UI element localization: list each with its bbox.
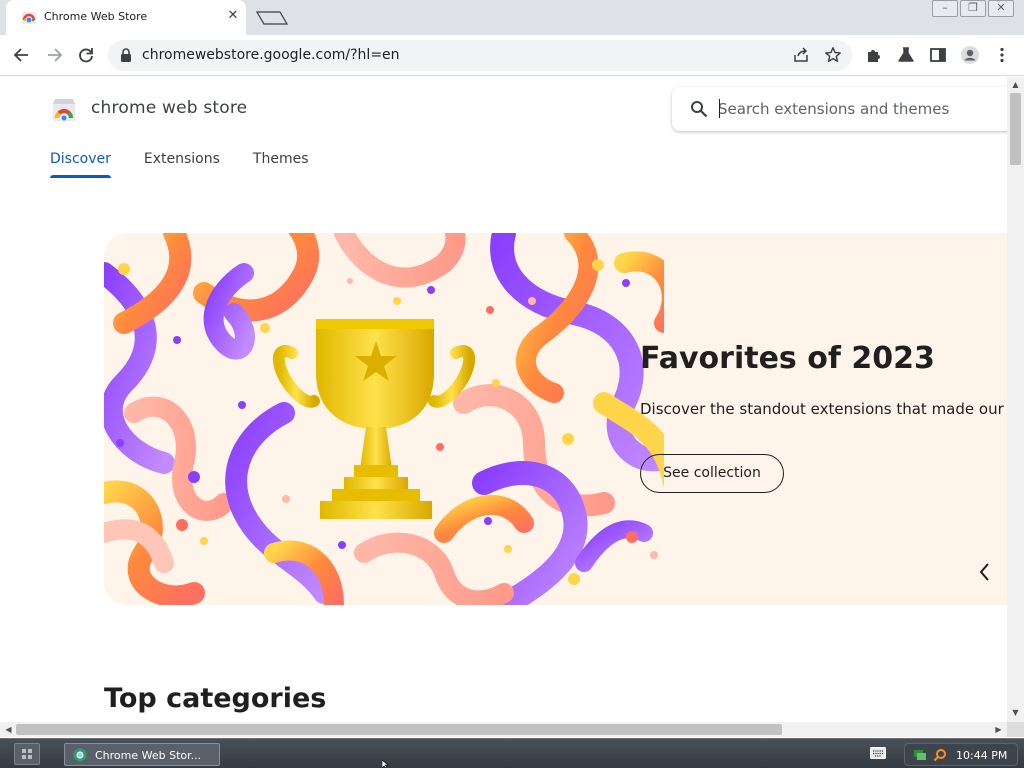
scroll-left-arrow-icon[interactable]: ◀ (4, 725, 13, 734)
taskbar-item-chrome[interactable]: Chrome Web Stor... (64, 743, 220, 766)
arrow-left-icon[interactable] (12, 45, 32, 65)
horizontal-scrollbar[interactable]: ◀ ▶ (0, 722, 1007, 737)
scroll-right-arrow-icon[interactable]: ▶ (994, 725, 1003, 734)
maximize-button[interactable]: ❐ (960, 0, 986, 17)
tab-strip: Chrome Web Store ✕ – ❐ ✕ (0, 0, 1024, 35)
horizontal-scroll-thumb[interactable] (16, 724, 782, 735)
top-categories-heading: Top categories (104, 683, 327, 714)
taskbar: Chrome Web Stor... 10:44 PM (0, 738, 1024, 768)
tab-discover[interactable]: Discover (50, 151, 111, 178)
network-icon[interactable] (913, 748, 927, 762)
keyboard-icon[interactable] (870, 747, 886, 759)
chrome-app-icon (73, 748, 87, 762)
new-tab-button[interactable] (256, 8, 288, 26)
store-name[interactable]: chrome web store (91, 98, 247, 118)
address-bar[interactable]: chromewebstore.google.com/?hl=en (108, 40, 852, 71)
search-icon (691, 101, 708, 118)
scroll-up-arrow-icon[interactable]: ▲ (1011, 80, 1020, 89)
lock-icon[interactable] (120, 48, 132, 62)
puzzle-icon[interactable] (864, 45, 884, 65)
mouse-pointer-icon (382, 760, 389, 768)
scroll-down-arrow-icon[interactable]: ▼ (1011, 708, 1020, 717)
scrollbar-corner (1007, 722, 1024, 737)
see-collection-button[interactable]: See collection (640, 454, 784, 493)
star-icon[interactable] (824, 46, 842, 64)
search-icon[interactable] (933, 748, 947, 762)
kebab-menu-icon[interactable] (992, 45, 1012, 65)
browser-toolbar: chromewebstore.google.com/?hl=en (0, 35, 1024, 76)
search-input[interactable] (718, 97, 1007, 121)
trophy-confetti-illustration (104, 233, 664, 605)
store-nav-tabs: Discover Extensions Themes (50, 151, 342, 178)
vertical-scroll-thumb[interactable] (1010, 93, 1021, 165)
vertical-scrollbar[interactable]: ▲ ▼ (1007, 77, 1024, 722)
web-page: chrome web store Discover Extensions The… (0, 77, 1007, 722)
system-tray: 10:44 PM (904, 743, 1018, 766)
avatar-icon[interactable] (960, 45, 980, 65)
clock[interactable]: 10:44 PM (956, 749, 1007, 762)
share-icon[interactable] (792, 46, 810, 64)
taskbar-item-label: Chrome Web Stor... (95, 749, 202, 762)
window-controls: – ❐ ✕ (932, 0, 1014, 17)
chevron-left-icon[interactable] (976, 561, 994, 583)
text-caret (719, 99, 720, 118)
grid-icon (22, 749, 32, 759)
tab-extensions[interactable]: Extensions (144, 151, 220, 178)
close-tab-icon[interactable]: ✕ (226, 9, 240, 23)
search-box[interactable] (672, 87, 1007, 131)
hero-banner: Favorites of 2023 Discover the standout … (104, 233, 1007, 605)
chrome-web-store-favicon-icon (22, 12, 36, 24)
tab-title: Chrome Web Store (44, 10, 148, 23)
close-window-button[interactable]: ✕ (988, 0, 1014, 17)
minimize-button[interactable]: – (932, 0, 958, 17)
chrome-web-store-logo-icon[interactable] (50, 96, 78, 124)
hero-title: Favorites of 2023 (640, 341, 935, 376)
url-text[interactable]: chromewebstore.google.com/?hl=en (142, 47, 400, 63)
flask-icon[interactable] (896, 45, 916, 65)
tab-themes[interactable]: Themes (253, 151, 309, 178)
browser-tab-chrome-web-store[interactable]: Chrome Web Store ✕ (6, 0, 246, 35)
arrow-right-icon[interactable] (44, 45, 64, 65)
side-panel-icon[interactable] (928, 45, 948, 65)
hero-subtitle: Discover the standout extensions that ma… (640, 400, 1007, 418)
reload-icon[interactable] (76, 45, 96, 65)
start-menu-button[interactable] (14, 743, 40, 765)
